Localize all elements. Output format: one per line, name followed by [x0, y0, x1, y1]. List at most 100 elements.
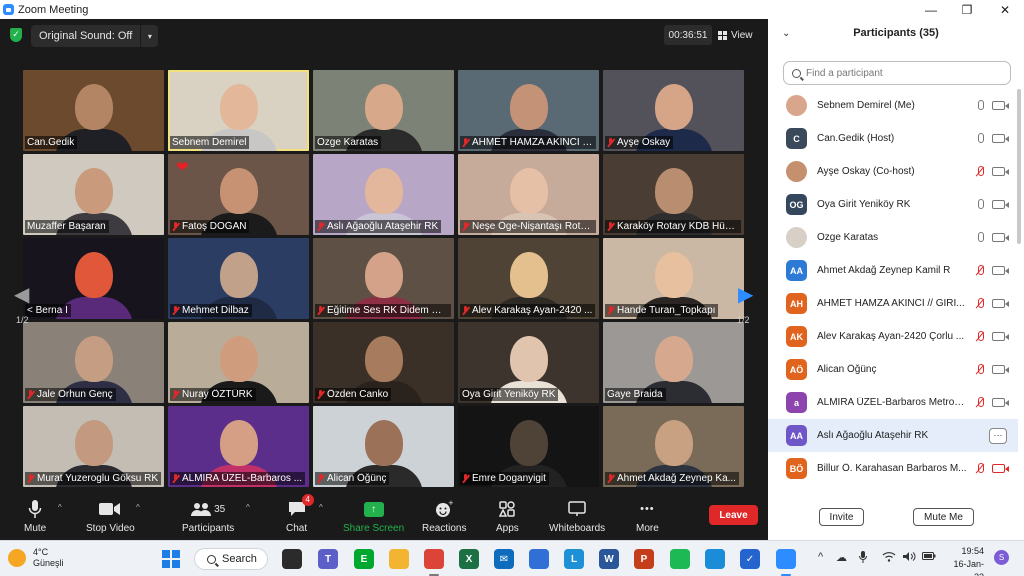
video-tile[interactable]: Murat Yuzeroglu Göksu RK [23, 406, 164, 487]
original-sound-label[interactable]: Original Sound: Off [31, 30, 140, 42]
video-tile[interactable]: Eğitime Ses RK Didem Gu... [313, 238, 454, 319]
participants-button[interactable]: 35 Participants [182, 498, 234, 534]
participant-row[interactable]: Ozge Karatas [768, 221, 1018, 254]
more-button[interactable]: ••• More [636, 498, 659, 534]
battery-icon[interactable] [922, 551, 936, 564]
mic-tray-icon[interactable] [859, 551, 867, 566]
video-tile[interactable]: ❤ Fatoş DOĞAN [168, 154, 309, 235]
mail-app-icon[interactable]: ✉ [494, 549, 514, 569]
muted-mic-icon[interactable] [975, 462, 985, 475]
excel-app-icon[interactable]: X [459, 549, 479, 569]
video-camera-icon[interactable] [992, 365, 1009, 374]
video-tile[interactable]: ALMİRA ÜZEL-Barbaros ... [168, 406, 309, 487]
taskbar-clock[interactable]: 19:54 16-Jan-23 [944, 545, 984, 576]
video-camera-icon[interactable] [992, 266, 1009, 275]
user-avatar[interactable]: S [994, 550, 1009, 565]
original-sound-caret-icon[interactable]: ▾ [140, 25, 158, 47]
participant-row[interactable]: OG Oya Girit Yeniköy RK [768, 188, 1018, 221]
next-page-icon[interactable]: ▶ [738, 282, 753, 307]
cloud-icon[interactable]: ☁ [836, 551, 847, 564]
word-app-icon[interactable]: W [599, 549, 619, 569]
wifi-icon[interactable] [882, 551, 896, 565]
muted-mic-icon[interactable] [975, 330, 985, 343]
mic-icon[interactable] [975, 99, 985, 112]
video-tile[interactable]: Emre Doganyigit [458, 406, 599, 487]
video-camera-icon[interactable] [992, 233, 1009, 242]
muted-mic-icon[interactable] [975, 264, 985, 277]
tray-overflow-icon[interactable]: ^ [818, 551, 823, 563]
participant-more-button[interactable]: ··· [989, 427, 1007, 444]
store-app-icon[interactable] [529, 549, 549, 569]
video-camera-icon[interactable] [992, 134, 1009, 143]
chat-button[interactable]: 4 Chat [286, 494, 314, 534]
l-app-app-icon[interactable]: L [564, 549, 584, 569]
video-tile[interactable]: Neşe Öge-Nişantaşı Rotary [458, 154, 599, 235]
video-tile[interactable]: Ayşe Oskay [603, 70, 744, 151]
participant-row[interactable]: a ALMİRA ÜZEL-Barbaros Metrop... [768, 386, 1018, 419]
video-tile[interactable]: < Berna I [23, 238, 164, 319]
invite-button[interactable]: Invite [819, 508, 864, 526]
folder-app-icon[interactable] [389, 549, 409, 569]
security-shield-icon[interactable]: ✓ [10, 28, 22, 42]
video-tile[interactable]: Mehmet Dilbaz [168, 238, 309, 319]
video-camera-icon[interactable] [992, 332, 1009, 341]
video-camera-icon[interactable] [992, 398, 1009, 407]
video-tile[interactable]: AHMET HAMZA AKINCI //... [458, 70, 599, 151]
speaker-icon[interactable] [902, 551, 916, 565]
apps-button[interactable]: Apps [496, 498, 519, 534]
video-camera-icon[interactable] [992, 167, 1009, 176]
participant-search-input[interactable]: Find a participant [783, 61, 1011, 85]
whiteboards-button[interactable]: Whiteboards [549, 498, 605, 534]
close-button[interactable]: ✕ [986, 0, 1024, 19]
video-tile[interactable]: Karaköy Rotary KDB Hüse... [603, 154, 744, 235]
taskbar-search[interactable]: Search [194, 548, 268, 570]
video-tile[interactable]: Gaye Braida [603, 322, 744, 403]
reactions-button[interactable]: + Reactions [422, 498, 466, 534]
previous-page-icon[interactable]: ◀ [14, 282, 29, 307]
evernote-app-icon[interactable]: E [354, 549, 374, 569]
file-explorer-app-icon[interactable] [282, 549, 302, 569]
video-off-icon[interactable] [992, 464, 1009, 473]
minimize-button[interactable]: — [912, 0, 950, 19]
chrome-app-icon[interactable] [424, 549, 444, 569]
stop-video-button[interactable]: Stop Video [86, 498, 135, 534]
muted-mic-icon[interactable] [975, 363, 985, 376]
mute-button[interactable]: Mute [24, 498, 46, 534]
maximize-button[interactable]: ❐ [948, 0, 986, 19]
weather-widget[interactable]: 4°C Güneşli [8, 547, 64, 569]
participant-row[interactable]: C Can.Gedik (Host) [768, 122, 1018, 155]
participant-list-scrollbar[interactable] [1017, 89, 1021, 244]
video-camera-icon[interactable] [992, 299, 1009, 308]
muted-mic-icon[interactable] [975, 396, 985, 409]
leave-button[interactable]: Leave [709, 505, 758, 525]
zoom-app-icon[interactable] [776, 549, 796, 569]
spotify-app-icon[interactable] [670, 549, 690, 569]
windows-start-icon[interactable] [162, 550, 180, 568]
participant-row[interactable]: AA Aslı Ağaoğlu Ataşehir RK ··· [768, 419, 1018, 452]
video-tile[interactable]: Özden Canko [313, 322, 454, 403]
video-tile[interactable]: Oya Girit Yeniköy RK [458, 322, 599, 403]
video-camera-icon[interactable] [992, 101, 1009, 110]
video-tile[interactable]: Sebnem Demirel [168, 70, 309, 151]
participant-row[interactable]: Sebnem Demirel (Me) [768, 89, 1018, 122]
muted-mic-icon[interactable] [975, 165, 985, 178]
tweetdeck-app-icon[interactable] [705, 549, 725, 569]
mic-icon[interactable] [975, 231, 985, 244]
video-tile[interactable]: Jale Orhun Genç [23, 322, 164, 403]
participant-row[interactable]: AK Alev Karakaş Ayan-2420 Çorlu ... [768, 320, 1018, 353]
participant-row[interactable]: AÖ Alican Öğünç [768, 353, 1018, 386]
video-tile[interactable]: Alev Karakaş Ayan-2420 ... [458, 238, 599, 319]
powerpoint-app-icon[interactable]: P [634, 549, 654, 569]
chat-options-caret-icon[interactable]: ^ [319, 503, 323, 512]
mute-options-caret-icon[interactable]: ^ [58, 503, 62, 512]
video-tile[interactable]: Muzaffer Başaran [23, 154, 164, 235]
participant-row[interactable]: Ayşe Oskay (Co-host) [768, 155, 1018, 188]
video-tile[interactable]: Alican Öğünç [313, 406, 454, 487]
teams-app-icon[interactable]: T [318, 549, 338, 569]
original-sound-toggle[interactable]: Original Sound: Off ▾ [31, 25, 159, 47]
video-tile[interactable]: Nuray ÖZTÜRK [168, 322, 309, 403]
mic-icon[interactable] [975, 198, 985, 211]
video-tile[interactable]: Aslı Ağaoğlu Ataşehir RK [313, 154, 454, 235]
muted-mic-icon[interactable] [975, 297, 985, 310]
video-tile[interactable]: Hande Turan_Topkapı [603, 238, 744, 319]
